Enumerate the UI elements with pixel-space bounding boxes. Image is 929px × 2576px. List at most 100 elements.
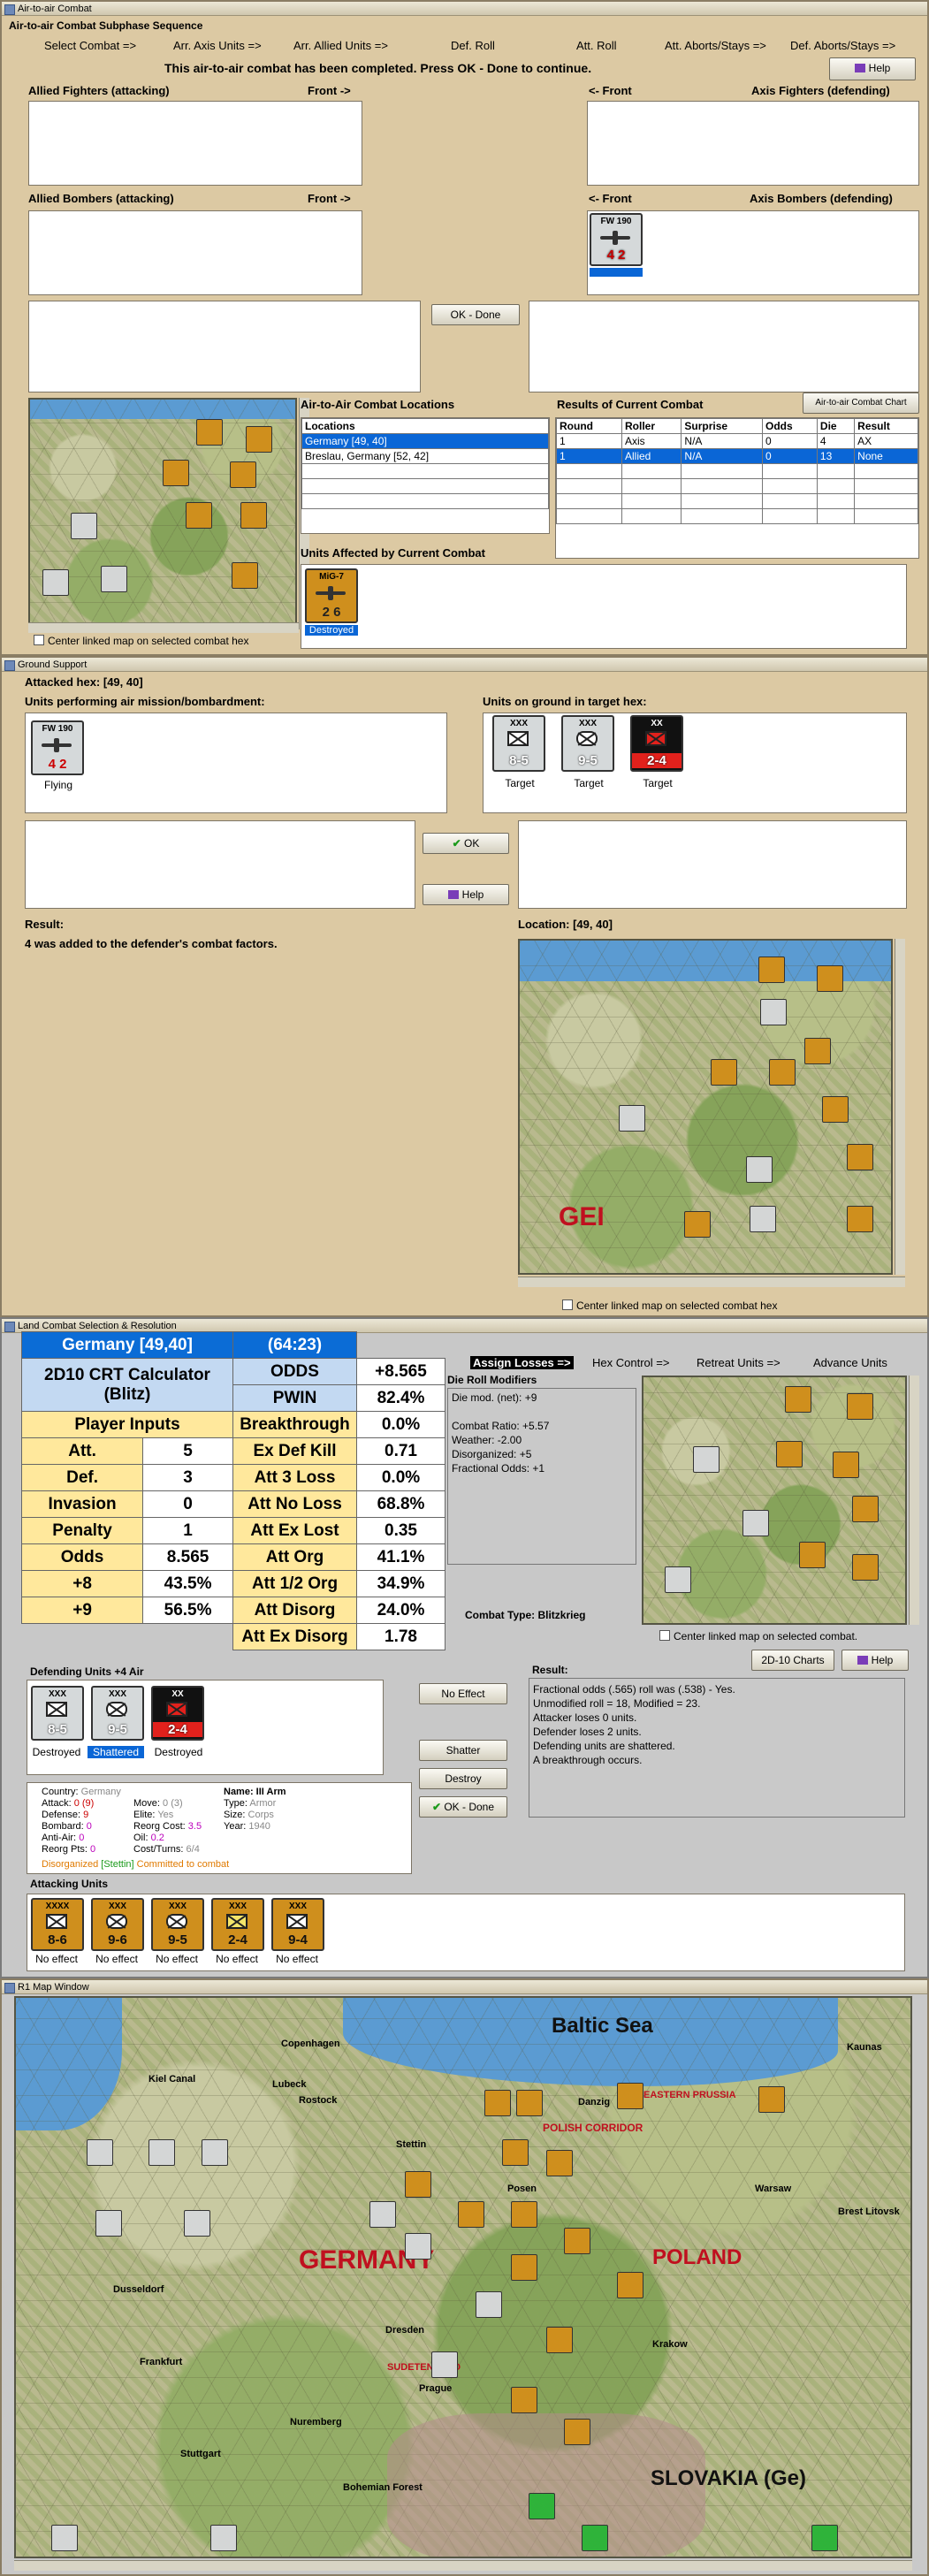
allied-bombers-panel[interactable] — [28, 210, 362, 295]
map-counter[interactable] — [785, 1386, 811, 1413]
minimap-scrollbar-h[interactable] — [518, 1277, 905, 1287]
performing-units-panel[interactable]: FW 190 4 2 Flying — [25, 713, 447, 813]
map-counter[interactable] — [619, 1105, 645, 1132]
map-counter[interactable] — [833, 1452, 859, 1478]
map-counter[interactable] — [617, 2272, 643, 2298]
map-counter[interactable] — [240, 502, 267, 529]
tab-hex-control[interactable]: Hex Control => — [592, 1356, 669, 1369]
map-counter[interactable] — [232, 562, 258, 589]
map-counter[interactable] — [405, 2171, 431, 2198]
crt-input-value[interactable]: 0 — [142, 1490, 233, 1518]
map-counter[interactable] — [529, 2493, 555, 2519]
map-counter[interactable] — [186, 502, 212, 529]
map-counter[interactable] — [564, 2228, 590, 2254]
map-counter[interactable] — [71, 513, 97, 539]
tab-att-roll[interactable]: Att. Roll — [576, 39, 617, 52]
ok-button[interactable]: ✔ OK — [423, 833, 509, 854]
land-combat-minimap[interactable] — [642, 1376, 907, 1625]
center-combat-checkbox[interactable]: Center linked map on selected combat. — [659, 1630, 857, 1642]
tab-arr-allied[interactable]: Arr. Allied Units => — [293, 39, 388, 52]
tab-retreat-units[interactable]: Retreat Units => — [697, 1356, 781, 1369]
map-counter[interactable] — [184, 2210, 210, 2237]
map-counter[interactable] — [665, 1566, 691, 1593]
map-counter[interactable] — [693, 1446, 720, 1473]
mig7-counter[interactable]: MiG-7 2 6 — [305, 568, 358, 623]
map-counter[interactable] — [799, 1542, 826, 1568]
crt-input-value[interactable]: 3 — [142, 1464, 233, 1491]
map-counter[interactable] — [811, 2525, 838, 2551]
map-counter[interactable] — [760, 999, 787, 1025]
charts-button[interactable]: 2D-10 Charts — [751, 1650, 834, 1671]
main-map[interactable]: Baltic Sea Copenhagen Rostock Stettin Da… — [14, 1996, 912, 2558]
tab-att-aborts[interactable]: Att. Aborts/Stays => — [665, 39, 766, 52]
map-counter[interactable] — [711, 1059, 737, 1086]
tab-select-combat[interactable]: Select Combat => — [44, 39, 136, 52]
map-counter[interactable] — [87, 2139, 113, 2166]
minimap-scrollbar-v[interactable] — [909, 1376, 919, 1625]
map-counter[interactable] — [776, 1441, 803, 1467]
map-counter[interactable] — [511, 2387, 537, 2413]
air-combat-chart-button[interactable]: Air-to-air Combat Chart — [803, 392, 919, 414]
map-counter[interactable] — [847, 1144, 873, 1170]
tab-def-aborts[interactable]: Def. Aborts/Stays => — [790, 39, 895, 52]
map-counter[interactable] — [758, 956, 785, 983]
map-counter[interactable] — [746, 1156, 773, 1183]
location-row[interactable]: Breslau, Germany [52, 42] — [301, 448, 549, 464]
ok-done-button[interactable]: OK - Done — [431, 304, 520, 325]
map-counter[interactable] — [502, 2139, 529, 2166]
def-counter-2[interactable]: XXX 9-5 — [91, 1686, 144, 1741]
help-button[interactable]: Help — [841, 1650, 909, 1671]
map-counter[interactable] — [516, 2090, 543, 2116]
help-button[interactable]: Help — [423, 884, 509, 905]
air-combat-minimap[interactable] — [28, 398, 297, 629]
results-row[interactable]: 1 Axis N/A 0 4 AX — [556, 433, 918, 449]
map-counter[interactable] — [511, 2254, 537, 2281]
map-counter[interactable] — [95, 2210, 122, 2237]
map-counter[interactable] — [564, 2419, 590, 2445]
map-counter[interactable] — [458, 2201, 484, 2228]
att-counter-1[interactable]: XXXX 8-6 — [31, 1898, 84, 1951]
map-counter[interactable] — [148, 2139, 175, 2166]
map-counter[interactable] — [51, 2525, 78, 2551]
help-button[interactable]: Help — [829, 57, 916, 80]
minimap-scrollbar-v[interactable] — [895, 939, 905, 1275]
axis-bombers-panel[interactable]: FW 190 4 2 — [587, 210, 919, 295]
map-counter[interactable] — [852, 1554, 879, 1581]
target-counter-3[interactable]: XX 2-4 — [630, 715, 683, 772]
tab-arr-axis[interactable]: Arr. Axis Units => — [173, 39, 262, 52]
tab-assign-losses[interactable]: Assign Losses => — [470, 1356, 574, 1369]
def-counter-1[interactable]: XXX 8-5 — [31, 1686, 84, 1741]
minimap-scrollbar-h[interactable] — [28, 622, 299, 633]
map-counter[interactable] — [617, 2083, 643, 2109]
map-counter[interactable] — [369, 2201, 396, 2228]
map-counter[interactable] — [484, 2090, 511, 2116]
map-counter[interactable] — [163, 460, 189, 486]
def-counter-3[interactable]: XX 2-4 — [151, 1686, 204, 1741]
map-counter[interactable] — [758, 2086, 785, 2113]
main-map-scrollbar-h[interactable] — [14, 2560, 912, 2571]
fw190-bomber-counter[interactable]: FW 190 4 2 — [590, 213, 643, 266]
ground-support-minimap[interactable]: GEI — [518, 939, 893, 1275]
map-counter[interactable] — [750, 1206, 776, 1232]
map-counter[interactable] — [196, 419, 223, 446]
map-counter[interactable] — [476, 2291, 502, 2318]
map-counter[interactable] — [246, 426, 272, 453]
map-counter[interactable] — [405, 2233, 431, 2260]
att-counter-2[interactable]: XXX 9-6 — [91, 1898, 144, 1951]
map-counter[interactable] — [511, 2201, 537, 2228]
map-counter[interactable] — [769, 1059, 796, 1086]
map-counter[interactable] — [847, 1206, 873, 1232]
map-counter[interactable] — [822, 1096, 849, 1123]
results-row[interactable]: 1 Allied N/A 0 13 None — [556, 448, 918, 464]
target-counter-1[interactable]: XXX 8-5 — [492, 715, 545, 772]
att-counter-5[interactable]: XXX 9-4 — [271, 1898, 324, 1951]
no-effect-button[interactable]: No Effect — [419, 1683, 507, 1704]
map-counter[interactable] — [546, 2150, 573, 2176]
target-counter-2[interactable]: XXX 9-5 — [561, 715, 614, 772]
map-counter[interactable] — [42, 569, 69, 596]
fw190-flying-counter[interactable]: FW 190 4 2 — [31, 720, 84, 775]
att-counter-3[interactable]: XXX 9-5 — [151, 1898, 204, 1951]
att-counter-4[interactable]: XXX 2-4 — [211, 1898, 264, 1951]
axis-fighters-panel[interactable] — [587, 101, 919, 186]
destroy-button[interactable]: Destroy — [419, 1768, 507, 1789]
